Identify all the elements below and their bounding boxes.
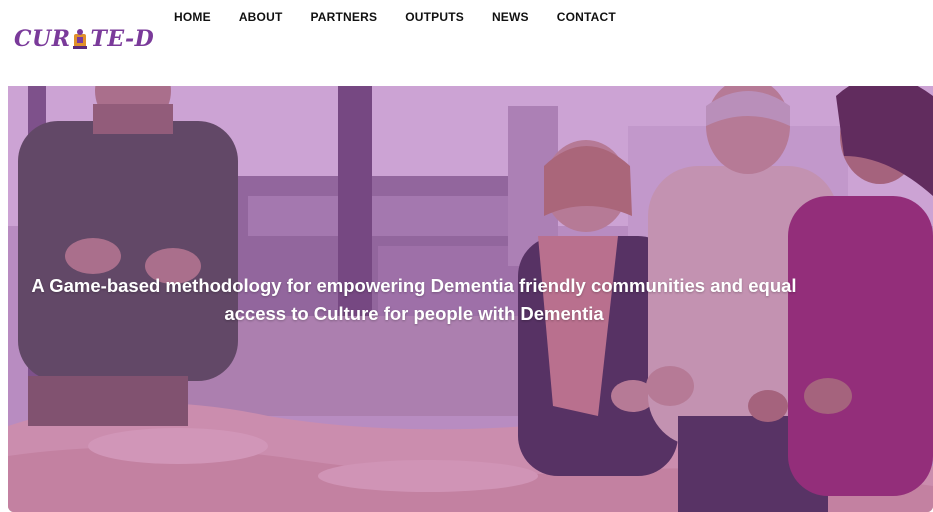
nav-news[interactable]: NEWS <box>478 10 543 24</box>
hero-headline-line-1: A Game-based methodology for empowering … <box>31 275 797 296</box>
nav-home[interactable]: HOME <box>160 10 225 24</box>
logo-text-left: CUR <box>14 26 71 52</box>
site-header: CUR TE-D HOME ABOUT PARTNERS OUTPUTS NEW… <box>0 0 933 86</box>
hero-headline: A Game-based methodology for empowering … <box>8 272 820 328</box>
logo-text-right: TE-D <box>90 26 155 52</box>
nav-outputs[interactable]: OUTPUTS <box>391 10 478 24</box>
main-nav: HOME ABOUT PARTNERS OUTPUTS NEWS CONTACT <box>160 10 630 24</box>
site-logo[interactable]: CUR TE-D <box>14 26 154 52</box>
nav-contact[interactable]: CONTACT <box>543 10 630 24</box>
hero-headline-line-2: access to Culture for people with Dement… <box>224 303 604 324</box>
hero-banner: A Game-based methodology for empowering … <box>8 86 933 512</box>
nav-about[interactable]: ABOUT <box>225 10 297 24</box>
nav-partners[interactable]: PARTNERS <box>296 10 391 24</box>
logo-emblem-icon <box>71 27 89 51</box>
